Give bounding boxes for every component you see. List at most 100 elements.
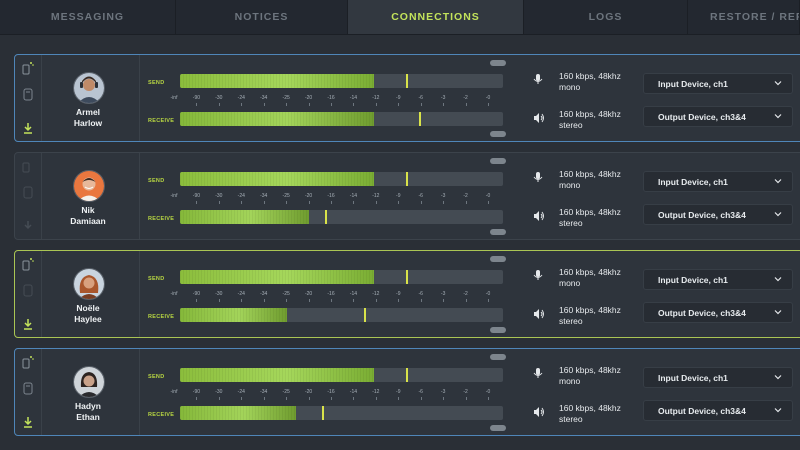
- meter-scale-tick: [286, 103, 288, 106]
- meter-clip-indicator[interactable]: [490, 354, 506, 360]
- meter-scale-tick-label: -24: [237, 193, 245, 199]
- audio-format: 160 kbps, 48khz mono 160 kbps, 48khz stere…: [533, 153, 641, 239]
- tab-connections[interactable]: CONNECTIONS: [348, 0, 524, 34]
- user-name: Armel Harlow: [55, 107, 121, 129]
- meter-scale-tick: [443, 299, 445, 302]
- speaker-icon[interactable]: [533, 113, 545, 125]
- meter-scale-tick-label: -2: [463, 291, 468, 297]
- meter-scale-tick-label: -90: [192, 193, 201, 199]
- receive-label: RECEIVE: [148, 118, 175, 124]
- meter-scale-tick-label: -20: [304, 291, 313, 297]
- meter-clip-indicator[interactable]: [490, 158, 506, 164]
- output-device-select[interactable]: Output Device, ch3&4: [643, 204, 793, 225]
- meter-scale-tick: [263, 201, 265, 204]
- receive-label: RECEIVE: [148, 314, 175, 320]
- row-sidebar: [15, 55, 42, 141]
- sparkle-phone-icon[interactable]: [21, 257, 35, 271]
- meter-scale-tick: [465, 299, 467, 302]
- microphone-icon[interactable]: [533, 171, 543, 185]
- connection-row[interactable]: Armel Harlow SEND -inf -90 -30 -24 -34 -25 -20-…: [14, 54, 800, 142]
- meter-scale-tick-label: -0: [485, 193, 491, 199]
- receive-label: RECEIVE: [148, 412, 175, 418]
- meter-scale-tick-label: -0: [485, 389, 491, 395]
- receive-level-fill: [180, 406, 297, 420]
- meter-scale-tick: [420, 299, 422, 302]
- meter-clip-indicator[interactable]: [490, 256, 506, 262]
- meter-scale-tick: [331, 299, 332, 302]
- meter-scale-tick: [241, 201, 243, 204]
- meter-scale-tick-label: -90: [192, 389, 201, 395]
- chevron-down-icon: [774, 277, 782, 282]
- meter-scale-tick: [308, 299, 310, 302]
- meter-scale-tick: [331, 103, 332, 106]
- output-device-select[interactable]: Output Device, ch3&4: [643, 400, 793, 421]
- tab-restore-replay[interactable]: RESTORE / REPLA: [688, 0, 800, 34]
- meter-scale-tick: [331, 397, 332, 400]
- meter-scale-tick-label: -0: [485, 95, 491, 101]
- output-device-select[interactable]: Output Device, ch3&4: [643, 106, 793, 127]
- phone-icon[interactable]: [21, 87, 35, 101]
- input-device-select[interactable]: Input Device, ch1: [643, 367, 793, 388]
- meter-scale-tick: [218, 103, 220, 106]
- speaker-icon[interactable]: [533, 309, 545, 321]
- meter-scale-tick: [218, 299, 220, 302]
- receive-peak-marker: [364, 308, 366, 322]
- microphone-icon[interactable]: [533, 269, 543, 283]
- chevron-down-icon: [774, 212, 782, 217]
- receive-format: 160 kbps, 48khz stereo: [559, 403, 621, 424]
- sparkle-phone-icon[interactable]: [21, 159, 35, 173]
- tab-messaging[interactable]: MESSAGING: [0, 0, 176, 34]
- meter-clip-indicator[interactable]: [490, 327, 506, 333]
- level-meters: SEND -inf -90 -30 -24 -34 -25 -20 -16 -14 -12 -9 -6…: [139, 349, 534, 435]
- meter-scale-tick: [218, 201, 220, 204]
- meter-scale-tick: [398, 201, 400, 204]
- meter-scale-tick: [196, 103, 198, 106]
- send-peak-marker: [406, 270, 408, 284]
- meter-scale: -inf -90 -30 -24 -34 -25 -20 -16 -14 -12 -9 -6 -3 -2 -…: [164, 193, 504, 207]
- speaker-icon[interactable]: [533, 407, 545, 419]
- download-icon[interactable]: [21, 121, 35, 135]
- send-level-fill: [180, 74, 374, 88]
- meter-clip-indicator[interactable]: [490, 425, 506, 431]
- phone-icon[interactable]: [21, 185, 35, 199]
- input-device-select[interactable]: Input Device, ch1: [643, 269, 793, 290]
- meter-clip-indicator[interactable]: [490, 60, 506, 66]
- download-icon[interactable]: [21, 415, 35, 429]
- user-name: Hadyn Ethan: [55, 401, 121, 423]
- microphone-icon[interactable]: [533, 367, 543, 381]
- speaker-icon[interactable]: [533, 211, 545, 223]
- phone-icon[interactable]: [21, 283, 35, 297]
- meter-scale-tick: [286, 397, 288, 400]
- input-device-select[interactable]: Input Device, ch1: [643, 73, 793, 94]
- meter-scale-tick: [353, 103, 355, 106]
- sparkle-phone-icon[interactable]: [21, 61, 35, 75]
- receive-label: RECEIVE: [148, 216, 175, 222]
- meter-scale-tick: [196, 397, 198, 400]
- meter-scale-tick-label: -20: [304, 193, 313, 199]
- meter-scale-tick-label: -24: [237, 389, 245, 395]
- tab-logs[interactable]: LOGS: [524, 0, 688, 34]
- send-label: SEND: [148, 80, 165, 86]
- connection-row[interactable]: Noële Haylee SEND -inf -90 -30 -24 -34 -25 -20-…: [14, 250, 800, 338]
- chevron-down-icon: [774, 81, 782, 86]
- input-device-select[interactable]: Input Device, ch1: [643, 171, 793, 192]
- meter-clip-indicator[interactable]: [490, 229, 506, 235]
- connection-row[interactable]: Nik Damiaan SEND -inf -90 -30 -24 -34 -25 -20 -1…: [14, 152, 800, 240]
- download-icon[interactable]: [21, 317, 35, 331]
- avatar: [73, 268, 105, 300]
- microphone-icon[interactable]: [533, 73, 543, 87]
- output-device-select[interactable]: Output Device, ch3&4: [643, 302, 793, 323]
- tab-notices[interactable]: NOTICES: [176, 0, 348, 34]
- meter-clip-indicator[interactable]: [490, 131, 506, 137]
- meter-scale-tick-label: -6: [418, 95, 423, 101]
- download-icon[interactable]: [21, 219, 35, 233]
- meter-scale-tick-label: -12: [372, 291, 380, 297]
- phone-icon[interactable]: [21, 381, 35, 395]
- sparkle-phone-icon[interactable]: [21, 355, 35, 369]
- meter-scale-tick-label: -3: [440, 95, 446, 101]
- chevron-down-icon: [774, 179, 782, 184]
- connection-row[interactable]: Hadyn Ethan SEND -inf -90 -30 -24 -34 -25 -20 -1…: [14, 348, 800, 436]
- send-label: SEND: [148, 276, 165, 282]
- first-name: Nik: [81, 205, 95, 215]
- audio-format: 160 kbps, 48khz mono 160 kbps, 48khz stere…: [533, 349, 641, 435]
